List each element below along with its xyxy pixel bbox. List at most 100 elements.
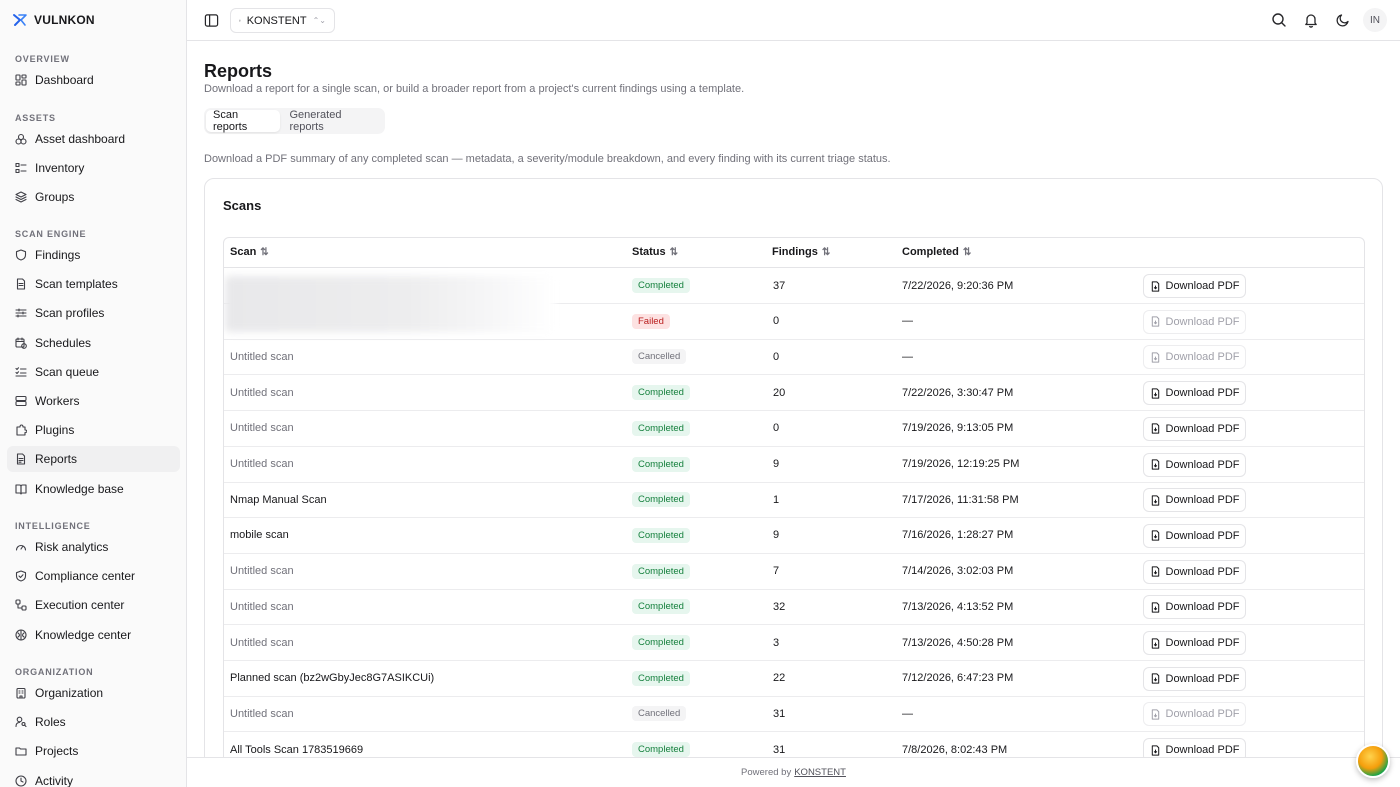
download-pdf-button[interactable]: Download PDF <box>1143 274 1246 298</box>
table-row[interactable]: Untitled scan Completed 0 7/19/2026, 9:13:0… <box>224 411 1364 447</box>
scan-name[interactable]: Untitled scan <box>230 554 294 589</box>
sidebar-item-projects[interactable]: Projects <box>7 738 180 764</box>
download-pdf-button[interactable]: Download PDF <box>1143 452 1246 477</box>
sidebar-item-execution-center[interactable]: Execution center <box>7 592 180 618</box>
sidebar-item-inventory[interactable]: Inventory <box>7 155 180 181</box>
footer-link[interactable]: KONSTENT <box>794 767 846 778</box>
findings-count: 9 <box>773 458 780 470</box>
list-checks-icon <box>15 367 27 377</box>
table-row[interactable]: Nmap Manual Scan Completed 1 7/17/2026, 11:… <box>224 482 1364 519</box>
sort-icon: ⇅ <box>669 246 679 258</box>
assistant-avatar-button[interactable] <box>1356 744 1390 778</box>
findings-count: 31 <box>773 707 786 720</box>
search-icon[interactable] <box>1271 12 1287 28</box>
moon-icon[interactable] <box>1335 12 1351 28</box>
scan-name[interactable]: mobile scan <box>230 518 289 553</box>
download-pdf-button[interactable]: Download PDF <box>1143 666 1246 691</box>
sidebar-item-groups[interactable]: Groups <box>7 184 180 210</box>
file-download-icon <box>1151 602 1159 613</box>
column-status[interactable]: Status ⇅ <box>632 246 678 258</box>
sidebar-item-workers[interactable]: Workers <box>7 388 180 414</box>
sidebar-item-risk-analytics[interactable]: Risk analytics <box>7 534 180 560</box>
sidebar-item-scan-templates[interactable]: Scan templates <box>7 271 180 297</box>
table-row[interactable]: mobile scan Completed 9 7/16/2026, 1:28:27 … <box>224 518 1364 554</box>
status-cell: Cancelled <box>632 339 687 374</box>
user-avatar[interactable]: IN <box>1363 8 1387 32</box>
findings-count: 0 <box>773 350 780 363</box>
sidebar-item-compliance-center[interactable]: Compliance center <box>7 563 180 589</box>
completed-time: 7/19/2026, 9:13:05 PM <box>902 422 1014 435</box>
sidebar-item-label: Knowledge center <box>35 627 132 642</box>
sidebar-item-scan-queue[interactable]: Scan queue <box>7 359 180 385</box>
file-download-icon <box>1151 709 1159 720</box>
table-row[interactable]: Planned scan (bz2wGbyJec8G7ASIKCUi) Compl… <box>224 661 1364 697</box>
chevrons-up-down-icon: ⌃⌄ <box>312 16 326 25</box>
workflow-icon <box>15 599 27 611</box>
sidebar-item-knowledge-center[interactable]: Knowledge center <box>7 622 180 648</box>
sidebar-item-label: Dashboard <box>35 73 94 87</box>
download-pdf-button[interactable]: Download PDF <box>1143 702 1246 727</box>
sidebar-item-knowledge-base[interactable]: Knowledge base <box>7 476 180 502</box>
column-completed[interactable]: Completed ⇅ <box>902 246 971 258</box>
nav-section-label: ORGANIZATION <box>15 667 94 677</box>
scan-name[interactable]: Untitled scan <box>230 339 294 374</box>
sidebar-toggle-icon[interactable] <box>204 13 219 28</box>
download-pdf-button[interactable]: Download PDF <box>1143 416 1246 441</box>
file-download-icon <box>1151 316 1159 327</box>
bell-icon[interactable] <box>1303 12 1319 28</box>
table-row[interactable]: Untitled scan Completed 3 7/13/2026, 4:50:2… <box>224 625 1364 661</box>
sidebar-item-scan-profiles[interactable]: Scan profiles <box>7 300 180 326</box>
nav-section-label: SCAN ENGINE <box>15 229 87 239</box>
download-pdf-label: Download PDF <box>1165 422 1240 435</box>
scan-name[interactable]: Untitled scan <box>230 589 294 624</box>
scan-name[interactable]: Untitled scan <box>230 696 294 731</box>
download-pdf-button[interactable]: Download PDF <box>1143 309 1246 334</box>
completed-time: — <box>902 315 913 328</box>
sidebar-item-label: Roles <box>35 715 66 730</box>
table-row[interactable]: Untitled scan Completed 9 7/19/2026, 12:19:… <box>224 447 1364 483</box>
status-cell: Cancelled <box>632 696 687 731</box>
download-pdf-button[interactable]: Download PDF <box>1143 631 1246 655</box>
column-findings[interactable]: Findings ⇅ <box>772 246 830 258</box>
tab-scan-reports[interactable]: Scan reports <box>206 109 281 133</box>
sidebar-item-organization[interactable]: Organization <box>7 680 180 706</box>
table-row[interactable]: Untitled scan Completed 20 7/22/2026, 3:30:… <box>224 375 1364 412</box>
sidebar-item-dashboard[interactable]: Dashboard <box>7 67 180 93</box>
sidebar-item-label: Asset dashboard <box>35 132 126 146</box>
file-download-icon <box>1151 566 1159 577</box>
sidebar-item-label: Execution center <box>35 598 125 613</box>
topbar: KONSTENT ⌃⌄ IN <box>187 0 1400 41</box>
scan-name[interactable]: Untitled scan <box>230 447 294 482</box>
scan-name[interactable]: Planned scan (bz2wGbyJec8G7ASIKCUi) <box>230 661 434 696</box>
brand[interactable]: VULNKON <box>12 11 95 29</box>
download-pdf-button[interactable]: Download PDF <box>1143 559 1246 584</box>
sidebar-item-plugins[interactable]: Plugins <box>7 417 180 443</box>
download-pdf-button[interactable]: Download PDF <box>1143 345 1246 370</box>
scan-name[interactable]: Nmap Manual Scan <box>230 482 327 517</box>
page-subtitle: Download a report for a single scan, or … <box>204 83 745 95</box>
download-pdf-button[interactable]: Download PDF <box>1143 488 1246 513</box>
download-pdf-button[interactable]: Download PDF <box>1143 523 1246 548</box>
tab-generated-reports[interactable]: Generated reports <box>282 109 383 133</box>
scan-name[interactable]: Untitled scan <box>230 375 294 410</box>
org-switcher[interactable]: KONSTENT ⌃⌄ <box>230 8 335 33</box>
findings-count: 32 <box>773 600 786 613</box>
download-pdf-button[interactable]: Download PDF <box>1143 595 1246 620</box>
sidebar-item-findings[interactable]: Findings <box>7 242 180 268</box>
table-row[interactable]: Untitled scan Cancelled 0 — Download PDF <box>224 339 1364 376</box>
sidebar-item-label: Projects <box>35 744 79 759</box>
table-row[interactable]: Untitled scan Completed 32 7/13/2026, 4:13:… <box>224 589 1364 626</box>
sidebar-item-schedules[interactable]: Schedules <box>7 330 180 356</box>
scan-name[interactable]: Untitled scan <box>230 411 294 446</box>
table-row[interactable]: Untitled scan Cancelled 31 — Download PDF <box>224 696 1364 733</box>
scan-name[interactable]: Untitled scan <box>230 625 294 660</box>
sidebar-item-activity[interactable]: Activity <box>7 768 180 787</box>
sidebar-item-reports[interactable]: Reports <box>7 446 180 473</box>
table-row[interactable]: Untitled scan Completed 7 7/14/2026, 3:02:0… <box>224 554 1364 590</box>
column-scan[interactable]: Scan ⇅ <box>230 246 269 258</box>
completed-time: 7/22/2026, 3:30:47 PM <box>902 386 1014 399</box>
sidebar-item-asset-dashboard[interactable]: Asset dashboard <box>7 126 180 152</box>
status-badge: Completed <box>632 670 690 686</box>
sidebar-item-roles[interactable]: Roles <box>7 709 180 735</box>
download-pdf-button[interactable]: Download PDF <box>1143 381 1246 406</box>
